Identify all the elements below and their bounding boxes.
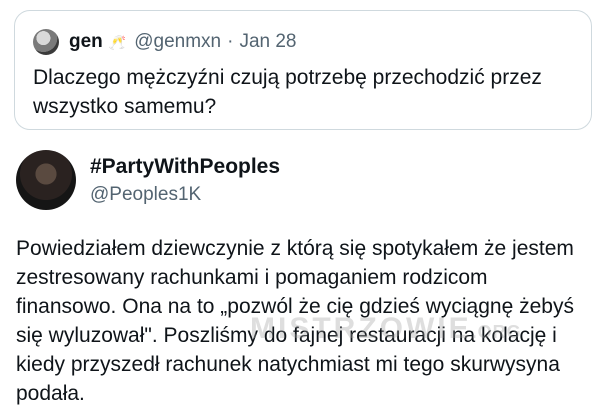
post-author: #PartyWithPeoples @Peoples1K [16,150,280,210]
author-display-name[interactable]: #PartyWithPeoples [90,154,280,180]
quoted-author-handle[interactable]: @genmxn [134,30,221,54]
quoted-post-card[interactable]: gen 🥂 @genmxn · Jan 28 Dlaczego mężczyźn… [14,10,592,130]
author-names: #PartyWithPeoples @Peoples1K [90,150,280,208]
clinking-glasses-icon: 🥂 [108,34,126,50]
post-text: Powiedziałem dziewczynie z którą się spo… [16,237,574,405]
quoted-post-date[interactable]: Jan 28 [239,30,296,54]
meta-separator: · [227,31,234,52]
quoted-post-header: gen 🥂 @genmxn · Jan 28 [33,29,296,55]
quoted-post-text: Dlaczego mężczyźni czują potrzebę przech… [33,66,542,118]
author-handle[interactable]: @Peoples1K [90,182,280,208]
quoted-author-name[interactable]: gen [69,30,103,54]
quoted-author-avatar[interactable] [33,29,59,55]
author-avatar[interactable] [16,150,76,210]
